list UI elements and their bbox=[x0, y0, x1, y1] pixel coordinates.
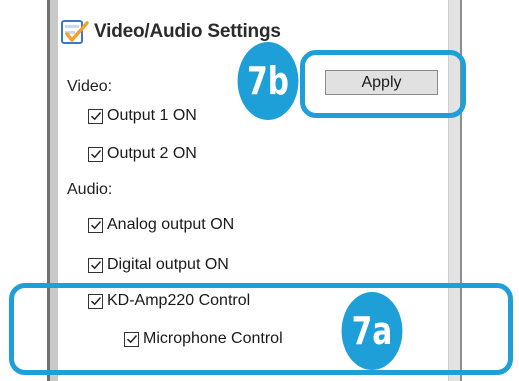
kd-amp220-control-checkbox[interactable]: KD-Amp220 Control bbox=[88, 292, 250, 310]
panel-header: Video/Audio Settings bbox=[60, 16, 281, 48]
checkbox-checked-icon[interactable] bbox=[88, 108, 103, 124]
checkbox-label: Output 1 ON bbox=[107, 107, 197, 124]
checkbox-checked-icon[interactable] bbox=[88, 217, 103, 233]
window-frame-left-inner bbox=[50, 0, 58, 381]
checkbox-label: Microphone Control bbox=[143, 330, 283, 347]
output-2-checkbox[interactable]: Output 2 ON bbox=[88, 145, 197, 163]
output-1-checkbox[interactable]: Output 1 ON bbox=[88, 107, 197, 125]
analog-output-checkbox[interactable]: Analog output ON bbox=[88, 216, 234, 234]
settings-check-icon bbox=[60, 17, 90, 47]
scrollbar-track[interactable] bbox=[449, 0, 460, 381]
video-section-label: Video: bbox=[67, 78, 113, 95]
checkbox-label: Analog output ON bbox=[107, 216, 235, 233]
audio-section-label: Audio: bbox=[67, 181, 113, 198]
checkbox-checked-icon[interactable] bbox=[88, 293, 103, 309]
callout-7b-badge: 7b bbox=[237, 42, 299, 120]
panel-title: Video/Audio Settings bbox=[94, 21, 281, 42]
checkbox-checked-icon[interactable] bbox=[124, 331, 139, 347]
right-margin bbox=[462, 0, 519, 381]
digital-output-checkbox[interactable]: Digital output ON bbox=[88, 256, 229, 274]
checkbox-checked-icon[interactable] bbox=[88, 257, 103, 273]
checkbox-checked-icon[interactable] bbox=[88, 146, 103, 162]
microphone-control-checkbox[interactable]: Microphone Control bbox=[124, 330, 283, 348]
checkbox-label: Digital output ON bbox=[107, 256, 229, 273]
callout-7a-badge: 7a bbox=[341, 292, 403, 370]
checkbox-label: Output 2 ON bbox=[107, 145, 197, 162]
checkbox-label: KD-Amp220 Control bbox=[107, 292, 251, 309]
apply-button[interactable]: Apply bbox=[325, 70, 438, 95]
left-margin bbox=[0, 0, 47, 381]
